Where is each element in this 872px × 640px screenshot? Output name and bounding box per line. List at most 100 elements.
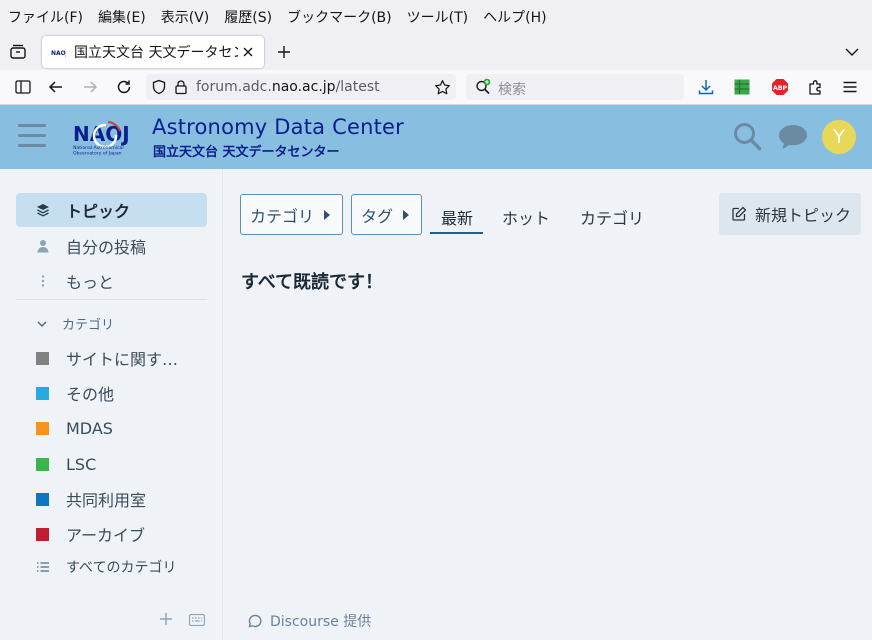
sidebar-item-label: 自分の投稿 bbox=[66, 238, 147, 257]
chevron-down-icon[interactable] bbox=[842, 42, 862, 62]
extension-green-icon[interactable] bbox=[733, 78, 751, 96]
sidebar-category-mdas[interactable]: MDAS bbox=[16, 411, 207, 445]
category-dropdown-label: カテゴリ bbox=[250, 206, 315, 226]
search-icon[interactable] bbox=[732, 121, 762, 151]
sidebar-category-label: MDAS bbox=[66, 418, 113, 438]
category-color-swatch bbox=[36, 492, 49, 506]
layers-icon bbox=[37, 204, 49, 217]
search-bar[interactable]: 検索 bbox=[466, 74, 684, 100]
search-placeholder: 検索 bbox=[498, 82, 526, 98]
caret-right-icon bbox=[403, 209, 410, 220]
sidebar-category-label: アーカイブ bbox=[66, 526, 146, 545]
app-menu-icon[interactable] bbox=[841, 78, 859, 96]
sidebar-category-lsc[interactable]: LSC bbox=[16, 447, 207, 481]
sidebar-toggle-icon[interactable] bbox=[14, 78, 32, 96]
reload-icon[interactable] bbox=[115, 78, 133, 96]
url-text: forum.adc.nao.ac.jp/latest bbox=[196, 79, 380, 95]
menu-help[interactable]: ヘルプ(H) bbox=[483, 7, 546, 27]
category-color-swatch bbox=[36, 386, 49, 400]
naoj-logo[interactable]: NAOJ National Astronomical Observatory o… bbox=[72, 119, 142, 157]
menu-file[interactable]: ファイル(F) bbox=[8, 7, 83, 27]
bookmark-star-icon[interactable] bbox=[434, 79, 451, 96]
menu-history[interactable]: 履歴(S) bbox=[224, 7, 272, 27]
puzzle-extensions-icon[interactable] bbox=[807, 78, 825, 96]
sidebar-divider bbox=[16, 299, 207, 300]
category-color-swatch bbox=[36, 457, 49, 471]
empty-state-message: すべて既読です！ bbox=[241, 272, 384, 293]
tab-title: 国立天文台 天文データセンター bbox=[74, 45, 238, 61]
navigation-toolbar: forum.adc.nao.ac.jp/latest 検索 ABP bbox=[0, 70, 872, 105]
url-host-prefix: forum.adc. bbox=[196, 79, 272, 95]
sidebar-category-label: その他 bbox=[66, 385, 115, 404]
keyboard-icon[interactable] bbox=[189, 614, 205, 626]
chevron-down-icon bbox=[37, 320, 47, 327]
tab-categories[interactable]: カテゴリ bbox=[580, 205, 644, 229]
back-arrow-icon[interactable] bbox=[47, 78, 65, 96]
sidebar-all-categories-label: すべてのカテゴリ bbox=[66, 560, 177, 576]
search-engine-icon[interactable] bbox=[474, 78, 492, 96]
category-color-swatch bbox=[36, 351, 49, 365]
sidebar-category-archive[interactable]: アーカイブ bbox=[16, 517, 207, 551]
brand-subtitle[interactable]: 国立天文台 天文データセンター bbox=[153, 141, 340, 160]
sidebar-category-other[interactable]: その他 bbox=[16, 376, 207, 410]
url-host-domain: nao.ac.jp bbox=[271, 79, 336, 95]
new-topic-button[interactable]: 新規トピック bbox=[719, 193, 861, 235]
tag-dropdown-label: タグ bbox=[361, 206, 394, 226]
sidebar-category-label: サイトに関す… bbox=[66, 350, 179, 369]
menu-edit[interactable]: 編集(E) bbox=[98, 7, 146, 27]
vertical-ellipsis-icon bbox=[41, 275, 45, 287]
tab-hot[interactable]: ホット bbox=[502, 205, 550, 229]
new-tab-icon[interactable] bbox=[274, 42, 294, 62]
list-icon bbox=[37, 562, 49, 572]
adblock-plus-icon[interactable]: ABP bbox=[771, 78, 789, 96]
category-dropdown[interactable]: カテゴリ bbox=[240, 194, 343, 235]
logo-line2: Observatory of Japan bbox=[73, 151, 122, 157]
svg-text:ABP: ABP bbox=[773, 85, 788, 92]
sidebar-category-label: 共同利用室 bbox=[66, 491, 147, 510]
close-tab-icon[interactable] bbox=[240, 44, 256, 60]
naoj-favicon-icon: NAOJ bbox=[50, 48, 66, 57]
powered-by-link[interactable]: Discourse 提供 bbox=[248, 611, 371, 631]
sidebar: トピック 自分の投稿 もっと カテゴリ サイトに関す… その他 MDAS LSC… bbox=[0, 169, 223, 640]
forward-arrow-icon[interactable] bbox=[81, 78, 99, 96]
new-topic-label: 新規トピック bbox=[755, 206, 852, 225]
sidebar-item-more[interactable]: もっと bbox=[16, 264, 207, 298]
lock-icon[interactable] bbox=[173, 79, 189, 95]
site-header: NAOJ National Astronomical Observatory o… bbox=[0, 105, 872, 169]
brand-title[interactable]: Astronomy Data Center bbox=[152, 115, 404, 139]
menu-bar: ファイル(F) 編集(E) 表示(V) 履歴(S) ブックマーク(B) ツール(… bbox=[0, 0, 872, 34]
user-avatar[interactable]: Y bbox=[822, 120, 856, 154]
tab-strip: NAOJ 国立天文台 天文データセンター bbox=[0, 34, 872, 70]
url-path: /latest bbox=[335, 79, 380, 95]
category-color-swatch bbox=[36, 527, 49, 541]
sidebar-all-categories[interactable]: すべてのカテゴリ bbox=[16, 550, 207, 584]
menu-view[interactable]: 表示(V) bbox=[161, 7, 210, 27]
sidebar-category-shared-room[interactable]: 共同利用室 bbox=[16, 482, 207, 516]
sidebar-item-label: トピック bbox=[66, 202, 131, 221]
tab-latest[interactable]: 最新 bbox=[441, 205, 473, 229]
chat-bubble-icon[interactable] bbox=[777, 122, 809, 152]
discourse-icon bbox=[248, 614, 262, 628]
shield-icon[interactable] bbox=[151, 79, 167, 95]
plus-icon[interactable] bbox=[159, 612, 173, 626]
tab-list-icon[interactable] bbox=[8, 42, 28, 62]
url-bar[interactable]: forum.adc.nao.ac.jp/latest bbox=[146, 74, 456, 100]
categories-section-header[interactable]: カテゴリ bbox=[36, 314, 114, 333]
menu-tools[interactable]: ツール(T) bbox=[407, 7, 468, 27]
sidebar-item-my-posts[interactable]: 自分の投稿 bbox=[16, 229, 207, 263]
menu-bookmarks[interactable]: ブックマーク(B) bbox=[287, 7, 392, 27]
download-icon[interactable] bbox=[697, 78, 715, 96]
category-color-swatch bbox=[36, 421, 49, 435]
user-icon bbox=[37, 240, 49, 253]
page-body: トピック 自分の投稿 もっと カテゴリ サイトに関す… その他 MDAS LSC… bbox=[0, 169, 872, 640]
active-tab-underline bbox=[430, 232, 483, 234]
caret-right-icon bbox=[324, 209, 331, 220]
tag-dropdown[interactable]: タグ bbox=[351, 194, 422, 235]
browser-tab[interactable]: NAOJ 国立天文台 天文データセンター bbox=[42, 36, 264, 68]
logo-line1: National Astronomical bbox=[73, 145, 124, 151]
hamburger-menu-icon[interactable] bbox=[18, 124, 46, 150]
svg-text:NAOJ: NAOJ bbox=[51, 50, 66, 57]
sidebar-item-topics[interactable]: トピック bbox=[16, 193, 207, 227]
sidebar-category-site[interactable]: サイトに関す… bbox=[16, 341, 207, 375]
powered-by-label: Discourse 提供 bbox=[270, 614, 372, 630]
